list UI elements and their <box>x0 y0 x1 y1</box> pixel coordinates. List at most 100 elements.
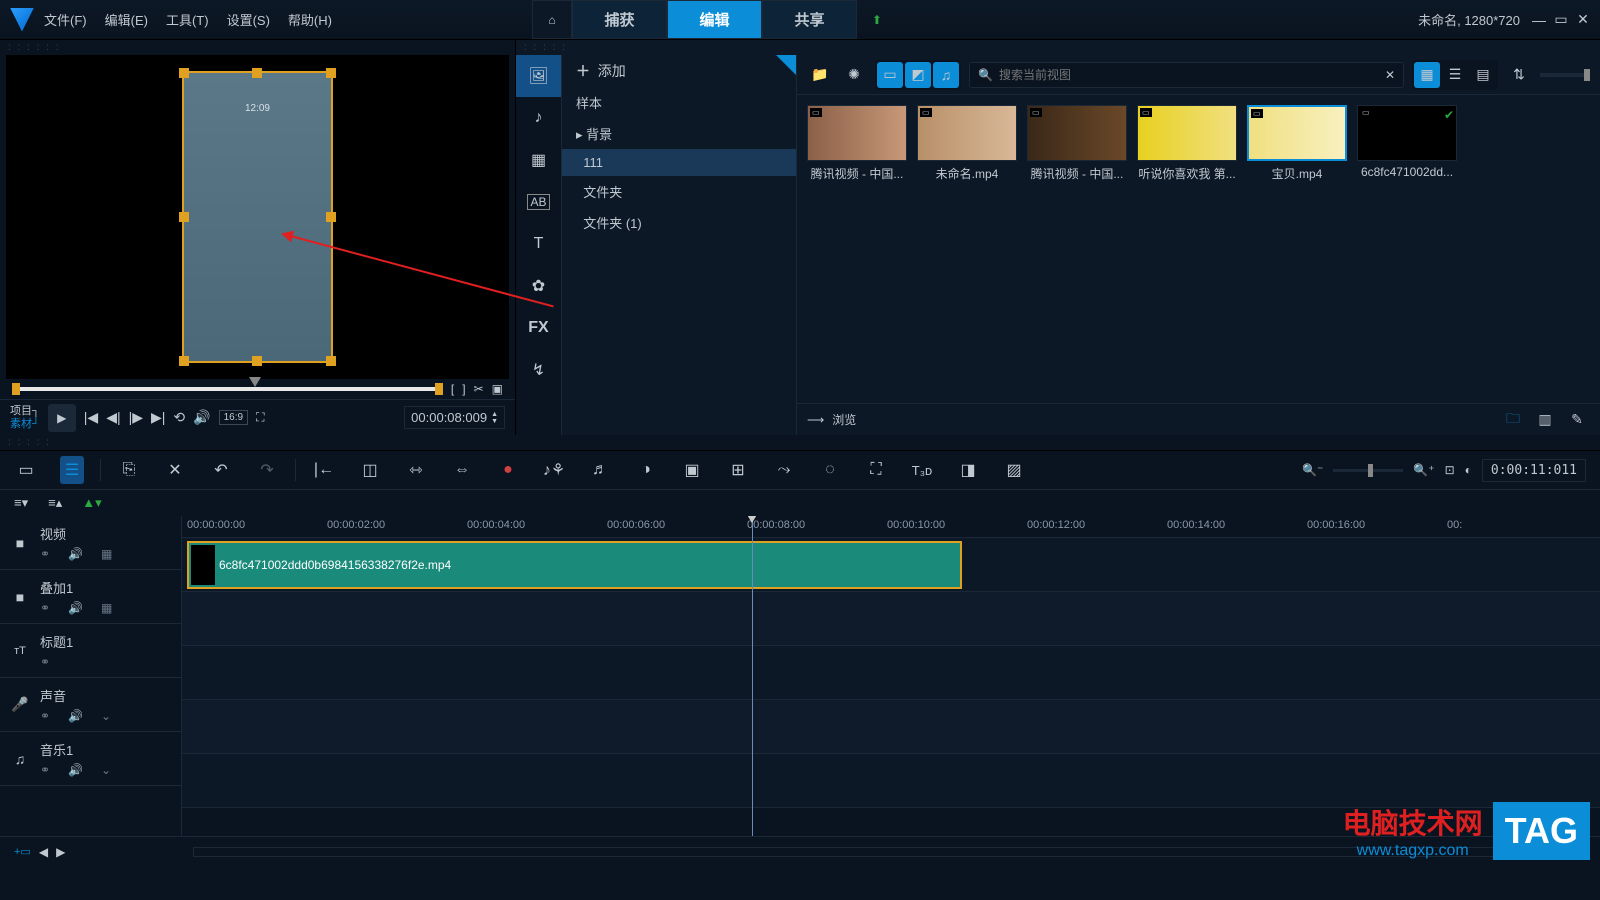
track-add-icon[interactable]: ≡▴ <box>48 495 62 511</box>
filter-photo[interactable]: ◩ <box>905 62 931 88</box>
copy-attr-button[interactable]: ⎘ <box>117 461 141 479</box>
timeline-clip[interactable]: 6c8fc471002ddd0b6984156338276f2e.mp4 <box>187 541 962 589</box>
blend-button[interactable]: ◑ <box>634 461 658 479</box>
mask-button[interactable]: ◨ <box>956 460 980 480</box>
preview-timecode[interactable]: 00:00:08:009 ▲▼ <box>404 406 505 429</box>
timeline-view-button[interactable]: ☰ <box>60 456 84 484</box>
tracking-button[interactable]: ◌ <box>818 461 842 479</box>
lib-tab-audio[interactable]: ♪ <box>516 97 561 139</box>
filter-video[interactable]: ▭ <box>877 62 903 88</box>
clip-item[interactable]: ▭未命名.mp4 <box>917 105 1017 182</box>
tab-edit[interactable]: 编辑 <box>667 0 762 39</box>
home-button[interactable]: ⌂ <box>532 0 572 39</box>
preview-clip-frame[interactable]: 12:09 <box>182 71 333 363</box>
clip-item[interactable]: ▭听说你喜欢我 第... <box>1137 105 1237 182</box>
import-button[interactable]: 📁 <box>807 62 833 88</box>
fit-start-button[interactable]: |← <box>312 461 336 479</box>
timecode-spinner[interactable]: ▲▼ <box>491 411 498 425</box>
time-ruler[interactable]: 00:00:00:00 00:00:02:00 00:00:04:00 00:0… <box>182 516 1600 538</box>
lib-tab-text[interactable]: T <box>516 223 561 265</box>
zoom-in-icon[interactable]: 🔍⁺ <box>1413 463 1434 477</box>
sort-button[interactable]: ⇅ <box>1506 62 1532 88</box>
search-box[interactable]: 🔍 ✕ <box>969 62 1404 88</box>
preview-mode[interactable]: 项目┐ 素材┘ <box>10 405 40 431</box>
clear-search-icon[interactable]: ✕ <box>1385 68 1395 82</box>
track-lane-overlay[interactable] <box>182 592 1600 646</box>
track-head-voice[interactable]: 🎤 声音⚭🔊⌄ <box>0 678 181 732</box>
expand-icon[interactable]: ⌄ <box>101 709 111 723</box>
mute-icon[interactable]: 🔊 <box>68 601 83 615</box>
fx-track-icon[interactable]: ▦ <box>101 601 112 615</box>
lib-tab-fx[interactable]: FX <box>516 307 561 349</box>
mark-out-icon[interactable]: ] <box>462 382 465 396</box>
track-lane-video[interactable]: 6c8fc471002ddd0b6984156338276f2e.mp4 <box>182 538 1600 592</box>
filter-audio[interactable]: ♫ <box>933 62 959 88</box>
slide-button[interactable]: ⇔ <box>450 461 474 479</box>
menu-help[interactable]: 帮助(H) <box>288 10 332 29</box>
clip-item[interactable]: ▭宝贝.mp4 <box>1247 105 1347 182</box>
preview-viewport[interactable]: 12:09 <box>6 55 509 379</box>
link-icon[interactable]: ⚭ <box>40 601 50 615</box>
multi-view-button[interactable]: ⊞ <box>726 460 750 480</box>
tree-folder1[interactable]: 文件夹 (1) <box>562 207 796 238</box>
prev-frame-button[interactable]: ◀| <box>106 409 120 426</box>
panel-grip[interactable]: : : : : : <box>0 435 1600 450</box>
menu-settings[interactable]: 设置(S) <box>227 10 270 29</box>
aspect-ratio[interactable]: 16:9 <box>219 410 248 425</box>
resize-handle[interactable] <box>179 356 189 366</box>
tree-111[interactable]: 111 <box>562 149 796 176</box>
minimize-button[interactable]: — <box>1530 11 1548 29</box>
resize-handle[interactable] <box>326 356 336 366</box>
mark-in-icon[interactable]: [ <box>451 382 454 396</box>
3d-title-button[interactable]: T₃ᴅ <box>910 463 934 478</box>
zoom-out-icon[interactable]: 🔍⁻ <box>1302 463 1323 477</box>
volume-button[interactable]: 🔊 <box>193 409 210 426</box>
lib-tab-path[interactable]: ↯ <box>516 349 561 391</box>
audio-mixer-button[interactable]: ♪⚘ <box>542 460 566 480</box>
tree-background[interactable]: ▸ 背景 <box>562 118 796 149</box>
link-icon[interactable]: ⚭ <box>40 763 50 777</box>
timeline-timecode[interactable]: 0:00:11:011 <box>1482 459 1586 482</box>
expand-icon[interactable]: ⌄ <box>101 763 111 777</box>
mode-clip[interactable]: 素材┘ <box>10 418 40 431</box>
mute-icon[interactable]: 🔊 <box>68 547 83 561</box>
split-icon[interactable]: ✂ <box>474 382 484 396</box>
add-track-icon[interactable]: +▭ <box>14 845 31 858</box>
mute-icon[interactable]: 🔊 <box>68 709 83 723</box>
menu-file[interactable]: 文件(F) <box>44 10 87 29</box>
track-head-video[interactable]: ■ 视频⚭🔊▦ <box>0 516 181 570</box>
play-button[interactable]: ▶ <box>48 404 76 432</box>
motion-button[interactable]: ⤳ <box>772 461 796 479</box>
pin-icon[interactable] <box>776 55 796 75</box>
storyboard-view-button[interactable]: ▭ <box>14 460 38 480</box>
mute-icon[interactable]: 🔊 <box>68 763 83 777</box>
tools-button[interactable]: ✕ <box>163 460 187 480</box>
resize-handle[interactable] <box>179 68 189 78</box>
scrub-marker[interactable] <box>249 377 261 393</box>
track-lane-music[interactable] <box>182 754 1600 808</box>
folder-view-icon[interactable]: 🗀 <box>1500 407 1526 433</box>
panel-icon[interactable]: ▥ <box>1532 407 1558 433</box>
fit-timeline-icon[interactable]: ⊡ <box>1445 463 1455 477</box>
track-head-music[interactable]: ♫ 音乐1⚭🔊⌄ <box>0 732 181 786</box>
edit-icon[interactable]: ✎ <box>1564 407 1590 433</box>
track-lane-voice[interactable] <box>182 700 1600 754</box>
go-start-button[interactable]: |◀ <box>84 409 98 426</box>
tab-share[interactable]: 共享 <box>762 0 857 39</box>
link-icon[interactable]: ⚭ <box>40 709 50 723</box>
resize-handle[interactable] <box>326 212 336 222</box>
next-frame-button[interactable]: |▶ <box>129 409 143 426</box>
tree-folder[interactable]: 文件夹 <box>562 176 796 207</box>
clip-item[interactable]: ▭✔6c8fc471002dd... <box>1357 105 1457 179</box>
tree-add[interactable]: ＋ 添加 <box>562 55 796 87</box>
track-head-overlay[interactable]: ■ 叠加1⚭🔊▦ <box>0 570 181 624</box>
duration-icon[interactable]: ◐ <box>1465 463 1472 477</box>
close-button[interactable]: ✕ <box>1574 11 1592 29</box>
upload-button[interactable]: ⬆ <box>857 0 897 39</box>
resize-handle[interactable] <box>326 68 336 78</box>
track-area[interactable]: 00:00:00:00 00:00:02:00 00:00:04:00 00:0… <box>182 516 1600 836</box>
link-icon[interactable]: ⚭ <box>40 547 50 561</box>
search-input[interactable] <box>999 68 1379 82</box>
track-head-title[interactable]: ᴛT 标题1⚭ <box>0 624 181 678</box>
track-expand-icon[interactable]: ▲▾ <box>82 495 101 511</box>
